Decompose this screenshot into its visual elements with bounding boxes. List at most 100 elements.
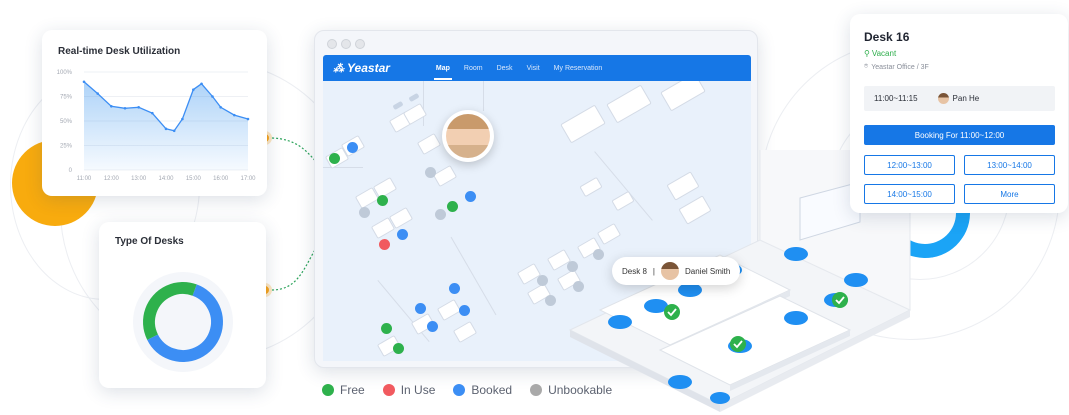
more-slots-button[interactable]: More [964,184,1055,204]
utilization-point[interactable] [137,105,140,109]
x-tick-label: 15:00 [186,176,202,182]
desk-seat-booked[interactable] [347,142,358,153]
desk-seat-unbookable [435,209,446,220]
desk-seat-booked[interactable] [449,283,460,294]
user-avatar[interactable] [442,110,494,162]
utilization-point[interactable] [192,88,195,91]
legend-in-use: In Use [382,383,435,397]
utilization-point[interactable] [181,117,184,121]
legend-dot-in-use [382,384,395,396]
desk-occupant-tooltip[interactable]: Desk 8 | Daniel Smith [612,257,741,285]
utilization-point[interactable] [233,113,236,117]
utilization-point[interactable] [151,111,154,115]
yeastar-logo-icon: ⁂ [333,62,344,75]
person-icon: ⚲ [864,49,870,58]
legend-label: Booked [471,383,513,397]
desk[interactable] [606,84,652,124]
book-now-button[interactable]: Booking For 11:00~12:00 [864,125,1055,145]
desk-title: Desk 16 [864,30,910,44]
map-wall [323,167,363,168]
y-tick-label: 75% [60,95,73,101]
desk-seat-booked[interactable] [427,321,438,332]
utilization-point[interactable] [200,82,203,86]
desk[interactable] [560,104,606,144]
current-booking-row: 11:00~11:15 Pan He [864,86,1055,111]
legend-dot-unbookable [530,384,543,396]
utilization-point[interactable] [246,117,250,121]
nav-map[interactable]: Map [433,65,452,80]
desk-booking-panel: Desk 16 ⚲ Vacant ⌾ Yeastar Office / 3F 1… [850,14,1068,213]
nav-visit[interactable]: Visit [527,65,540,72]
desk-type-donut-chart [133,272,233,372]
window-control-dot[interactable] [341,39,351,49]
x-tick-label: 11:00 [77,176,92,182]
tooltip-desk-label: Desk 8 [622,266,647,276]
utilization-point[interactable] [110,105,113,108]
avatar-photo [446,114,490,158]
utilization-point[interactable] [82,80,86,84]
desk-seat-in-use[interactable] [379,239,390,250]
utilization-point[interactable] [96,92,99,95]
brand-name: Yeastar [347,61,390,75]
desk[interactable] [436,298,462,322]
location-text: Yeastar Office / 3F [871,63,929,71]
occupant-avatar [660,262,679,280]
desk[interactable] [660,81,706,112]
desk-seat-unbookable [359,207,370,218]
desk-utilization-card: Real-time Desk Utilization 100% 75% 50% 25%… [42,30,267,196]
desk[interactable] [432,164,458,188]
status-badge: ⚲ Vacant [864,49,896,58]
desk-seat-free[interactable] [447,201,458,212]
map-wall [423,81,424,126]
utilization-point[interactable] [123,106,127,110]
legend-dot-booked [453,384,466,396]
desk[interactable] [452,320,478,344]
x-tick-label: 16:00 [213,176,229,182]
legend-label: Free [340,383,365,397]
desk-seat-booked[interactable] [415,303,426,314]
slot-button-12-13[interactable]: 12:00~13:00 [864,155,955,175]
legend-booked: Booked [453,383,512,397]
desk-seat-free[interactable] [377,195,388,206]
desk-seat-unbookable [425,167,436,178]
nav-desk[interactable]: Desk [497,65,513,72]
chair [392,100,404,111]
desk[interactable] [416,132,442,156]
location-pin-icon: ⌾ [864,63,869,70]
desk-seat-booked[interactable] [397,229,408,240]
desk-seat-free[interactable] [329,153,340,164]
utilization-point[interactable] [219,105,222,109]
y-tick-label: 25% [60,144,73,150]
brand-logo[interactable]: ⁂ Yeastar [333,61,390,75]
nav-my-reservation[interactable]: My Reservation [554,65,603,72]
utilization-point[interactable] [172,129,176,133]
chair [408,92,420,103]
legend-free: Free [322,383,365,397]
slot-button-14-15[interactable]: 14:00~15:00 [864,184,955,204]
status-text: Vacant [871,49,897,58]
y-tick-label: 0 [69,168,73,174]
utilization-point[interactable] [211,95,214,98]
window-control-dot[interactable] [355,39,365,49]
utilization-area [84,81,248,170]
top-navbar: ⁂ Yeastar Map Room Desk Visit My Reserva… [323,55,751,81]
slot-button-13-14[interactable]: 13:00~14:00 [964,155,1055,175]
desk-seat-free[interactable] [393,343,404,354]
desk-location: ⌾ Yeastar Office / 3F [864,63,929,71]
utilization-chart: 100% 75% 50% 25% 0 11:00 12:00 13:00 14:00 15:00 1… [57,70,257,182]
booking-time: 11:00~11:15 [874,94,918,103]
y-tick-label: 50% [60,119,73,125]
utilization-point[interactable] [164,127,168,131]
desk-seat-booked[interactable] [459,305,470,316]
nav-room[interactable]: Room [464,65,483,72]
desk-seat-booked[interactable] [465,191,476,202]
x-tick-label: 12:00 [104,176,120,182]
y-tick-label: 100% [57,70,73,76]
type-card-title: Type Of Desks [115,236,184,247]
desk-seat-free[interactable] [381,323,392,334]
tooltip-separator: | [652,266,655,276]
x-tick-label: 17:00 [240,176,256,182]
booker-avatar [937,93,949,104]
window-control-dot[interactable] [327,39,337,49]
map-wall [450,236,497,316]
